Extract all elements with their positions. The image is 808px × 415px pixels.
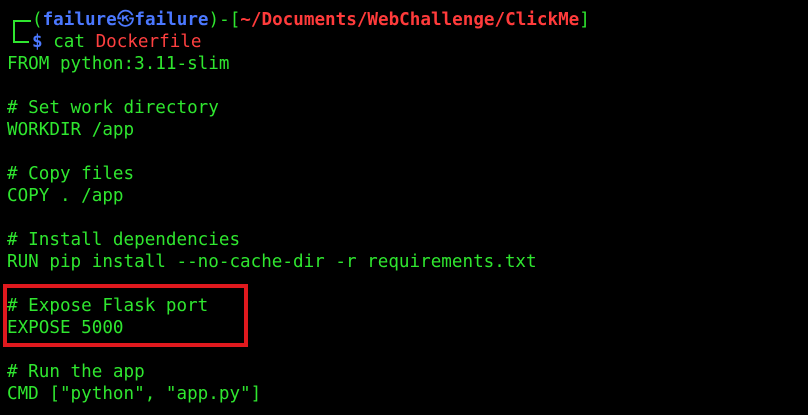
prompt-close-bracket: ] <box>579 10 590 30</box>
output-line: # Install dependencies <box>7 230 241 250</box>
prompt-path: ~/Documents/WebChallenge/ClickMe <box>240 10 580 30</box>
prompt-bracket-top <box>13 20 31 23</box>
output-line: FROM python:3.11-slim <box>7 54 230 74</box>
output-line: WORKDIR /app <box>7 120 135 140</box>
terminal-window[interactable]: (failure㉿failure)-[~/Documents/WebChalle… <box>0 0 808 415</box>
output-line: # Set work directory <box>7 98 219 118</box>
prompt-close-paren: ) <box>208 10 220 30</box>
prompt-open-paren: ( <box>32 10 43 30</box>
output-line: COPY . /app <box>7 186 124 206</box>
prompt-bracket-vertical <box>13 20 15 42</box>
output-line: RUN pip install --no-cache-dir -r requir… <box>7 252 537 272</box>
prompt-bracket-bottom <box>13 41 29 43</box>
command-name: cat <box>53 32 85 52</box>
prompt-dash: - <box>219 10 230 30</box>
output-line: CMD ["python", "app.py"] <box>7 384 262 404</box>
prompt-host: failure <box>134 10 209 30</box>
command-argument: Dockerfile <box>95 32 202 52</box>
highlight-box-annotation <box>3 284 248 347</box>
prompt-line: (failure㉿failure)-[~/Documents/WebChalle… <box>32 9 590 31</box>
output-line: # Copy files <box>7 164 135 184</box>
prompt-at-symbol: ㉿ <box>116 10 135 30</box>
prompt-dollar: $ <box>32 32 43 52</box>
output-line: # Run the app <box>7 362 145 382</box>
prompt-user: failure <box>42 10 117 30</box>
prompt-open-bracket: [ <box>229 10 241 30</box>
command-line[interactable]: $ cat Dockerfile <box>32 31 202 53</box>
